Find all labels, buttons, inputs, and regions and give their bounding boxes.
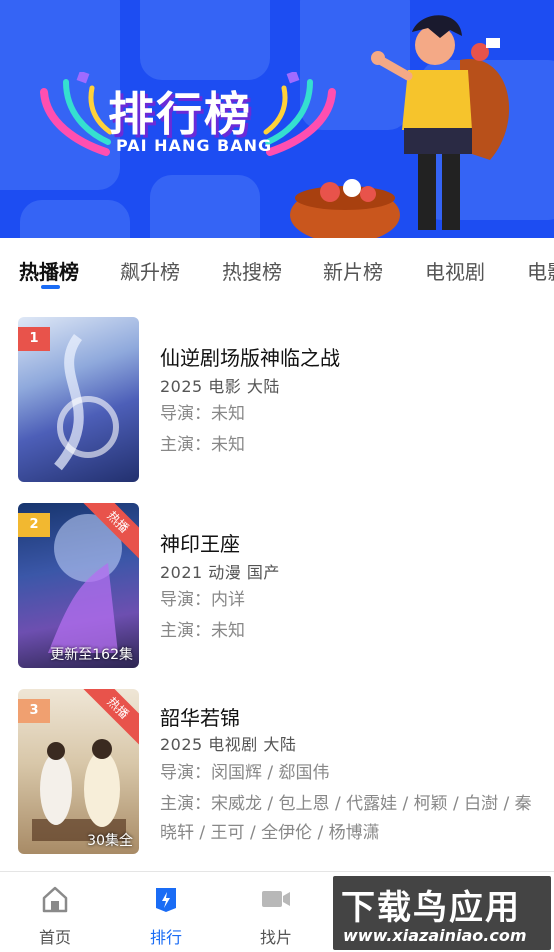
tab-hot-search[interactable]: 热搜榜 (222, 256, 282, 285)
item-director: 导演：内详 (160, 590, 245, 610)
item-director: 导演：未知 (160, 404, 245, 424)
item-cast: 主演：未知 (160, 621, 245, 641)
rank-badge: 2 (18, 513, 50, 537)
ranking-banner: 排行榜 PAI HANG BANG (0, 0, 554, 238)
nav-find-video[interactable]: 找片 (246, 884, 306, 948)
item-meta: 2025 电影 大陆 (160, 377, 280, 396)
banner-title: 排行榜 (108, 87, 252, 141)
list-item[interactable]: 1 仙逆剧场版神临之战 2025 电影 大陆 导演：未知 主演：未知 (0, 316, 554, 486)
banner-subtitle: PAI HANG BANG (116, 136, 273, 155)
item-cast: 主演：未知 (160, 435, 245, 455)
tab-new-release[interactable]: 新片榜 (323, 256, 383, 285)
character-illustration (290, 15, 510, 238)
nav-ranking-label: 排行 (149, 928, 182, 947)
active-tab-indicator (41, 285, 60, 289)
ranking-icon (156, 888, 176, 912)
nav-find-video-label: 找片 (259, 928, 292, 947)
nav-ranking[interactable]: 排行 (136, 884, 196, 948)
item-title[interactable]: 仙逆剧场版神临之战 (160, 342, 340, 371)
item-cast: 主演：宋威龙 / 包上恩 / 代露娃 / 柯颖 / 白澍 / 秦晓轩 / 王可 … (160, 794, 532, 843)
item-director: 导演：闵国辉 / 郄国伟 (160, 763, 330, 783)
poster-image[interactable]: 2 热播 更新至162集 (18, 503, 139, 668)
watermark-logo: 下载鸟应用 www.xiazainiao.com (333, 876, 551, 950)
nav-home-label: 首页 (38, 928, 71, 947)
episode-status: 30集全 (87, 833, 133, 849)
watermark-title: 下载鸟应用 (341, 888, 521, 928)
tab-rising[interactable]: 飙升榜 (120, 256, 180, 285)
poster-image[interactable]: 3 热播 30集全 (18, 689, 139, 854)
watermark-url: www.xiazainiao.com (343, 926, 527, 945)
rank-badge: 1 (18, 327, 50, 351)
ranking-tabs: 热播榜 飙升榜 热搜榜 新片榜 电视剧 电影 (0, 238, 554, 294)
episode-status: 更新至162集 (50, 647, 133, 663)
poster-image[interactable]: 1 (18, 317, 139, 482)
list-item[interactable]: 3 热播 30集全 韶华若锦 2025 电视剧 大陆 导演：闵国辉 / 郄国伟 … (0, 688, 554, 858)
nav-home[interactable]: 首页 (25, 884, 85, 948)
rank-badge: 3 (18, 699, 50, 723)
video-camera-icon (262, 891, 290, 907)
item-meta: 2021 动漫 国产 (160, 563, 280, 582)
tab-tv-series[interactable]: 电视剧 (425, 256, 485, 285)
tab-hot-play[interactable]: 热播榜 (19, 256, 79, 285)
splash-left-decoration (40, 72, 113, 156)
tab-movie[interactable]: 电影 (527, 256, 554, 285)
list-item[interactable]: 2 热播 更新至162集 神印王座 2021 动漫 国产 导演：内详 主演：未知 (0, 502, 554, 672)
item-title[interactable]: 神印王座 (160, 528, 240, 557)
home-icon (42, 886, 68, 913)
item-title[interactable]: 韶华若锦 (160, 702, 240, 731)
item-meta: 2025 电视剧 大陆 (160, 735, 297, 754)
